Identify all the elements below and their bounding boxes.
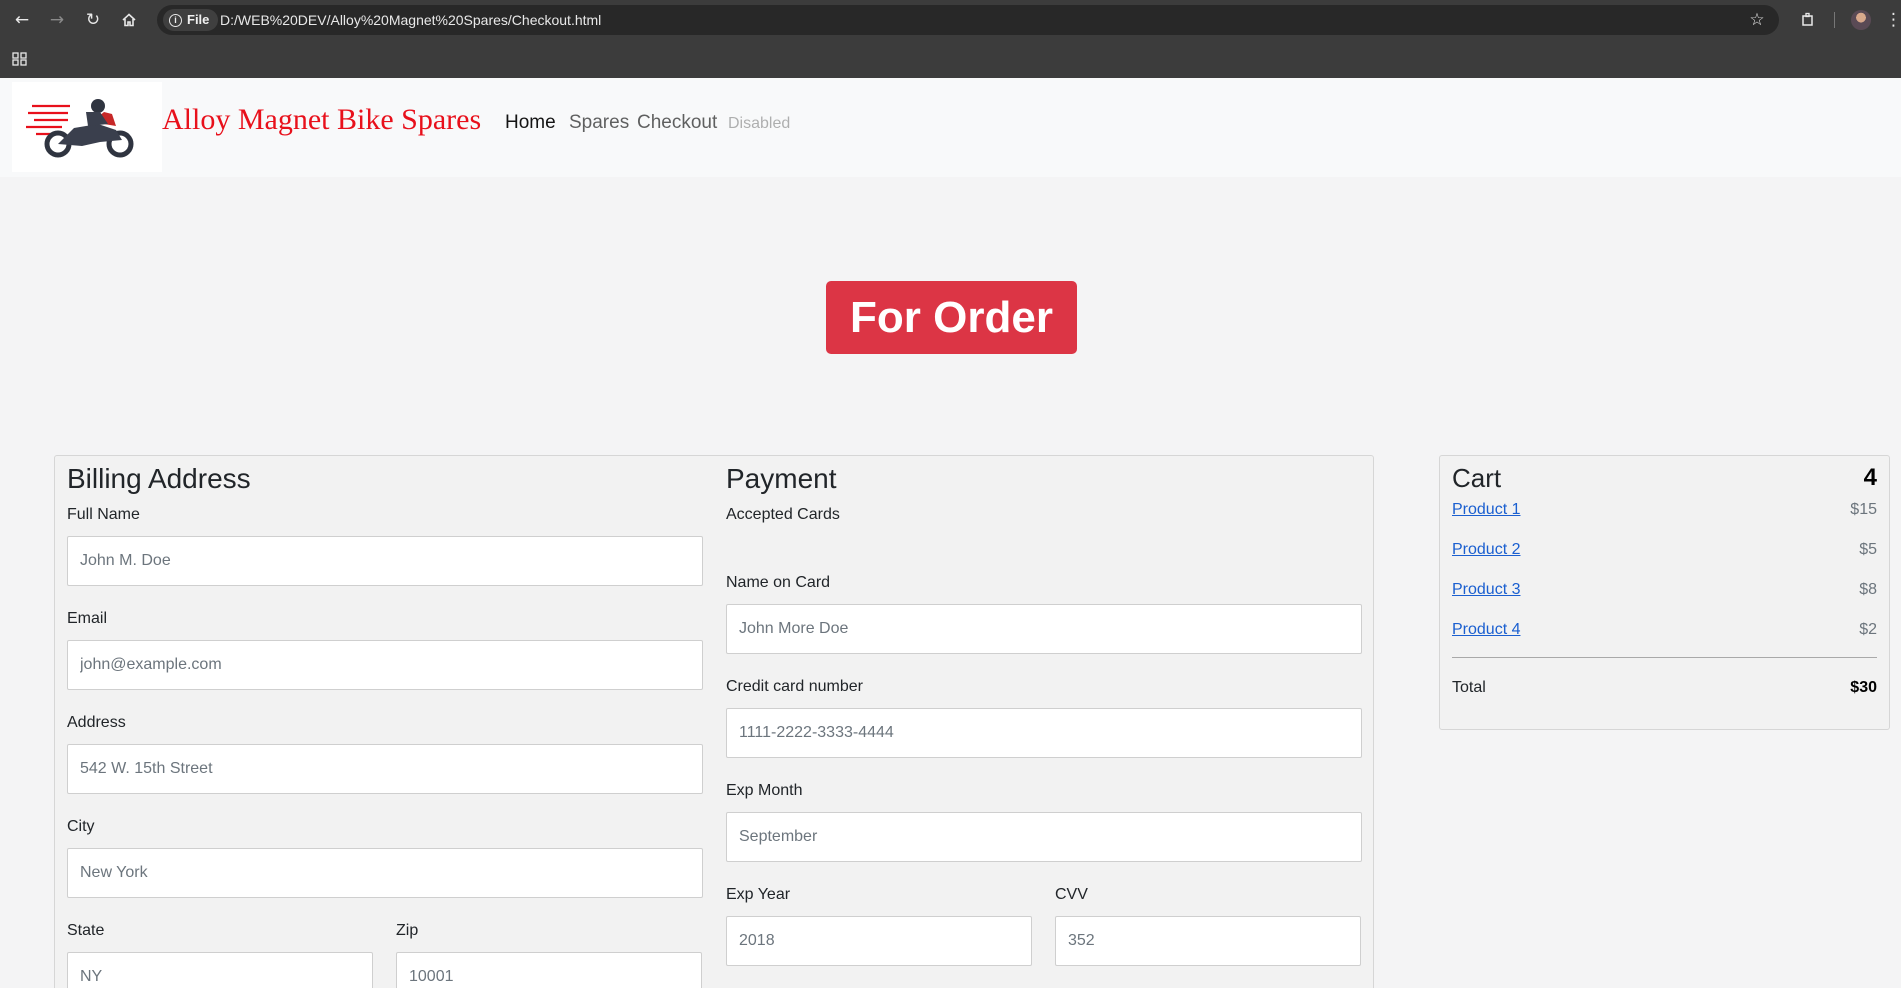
nav-link-disabled: Disabled: [728, 115, 791, 132]
cart-item-link[interactable]: Product 3: [1452, 579, 1520, 601]
cvv-input[interactable]: [1055, 916, 1361, 966]
home-icon[interactable]: [118, 9, 140, 31]
address-label: Address: [67, 714, 126, 731]
name-on-card-label: Name on Card: [726, 574, 831, 591]
state-input[interactable]: [67, 952, 373, 988]
card-number-input[interactable]: [726, 708, 1362, 758]
zip-input[interactable]: [396, 952, 702, 988]
accepted-cards-label: Accepted Cards: [726, 506, 840, 523]
info-icon: i: [169, 13, 182, 27]
cart-item-link[interactable]: Product 4: [1452, 619, 1520, 641]
payment-title: Payment: [726, 463, 837, 494]
nav-link-checkout[interactable]: Checkout: [637, 111, 717, 135]
site-info-chip[interactable]: i File: [163, 9, 219, 31]
nav-link-spares[interactable]: Spares: [569, 111, 629, 135]
browser-toolbar: ← → ↻ i File D:/WEB%20DEV/Alloy%20Magnet…: [0, 0, 1901, 40]
cart-item: Product 4 $2: [1452, 619, 1877, 641]
city-label: City: [67, 818, 95, 835]
cart-total-label: Total: [1452, 679, 1486, 696]
extensions-icon[interactable]: [1797, 9, 1819, 31]
cart-item: Product 2 $5: [1452, 539, 1877, 561]
cart-panel: Cart 4 Product 1 $15 Product 2 $5 Produc…: [1439, 455, 1890, 730]
file-chip-label: File: [187, 12, 210, 27]
for-order-button[interactable]: For Order: [826, 281, 1077, 354]
exp-month-label: Exp Month: [726, 782, 803, 799]
motorcycle-logo: [26, 99, 134, 158]
cart-total-value: $30: [1850, 679, 1877, 696]
forward-arrow-icon[interactable]: →: [46, 9, 68, 31]
profile-avatar[interactable]: [1851, 10, 1871, 30]
cart-title: Cart: [1452, 463, 1502, 493]
cart-count-badge: 4: [1863, 464, 1877, 491]
site-navbar: Alloy Magnet Bike Spares Home Spares Che…: [0, 78, 1901, 177]
state-label: State: [67, 922, 105, 939]
site-logo[interactable]: [12, 82, 162, 172]
cart-item: Product 3 $8: [1452, 579, 1877, 601]
star-icon[interactable]: ☆: [1746, 9, 1768, 31]
exp-year-label: Exp Year: [726, 886, 791, 903]
email-label: Email: [67, 610, 108, 627]
site-brand[interactable]: Alloy Magnet Bike Spares: [162, 100, 481, 140]
cvv-label: CVV: [1055, 886, 1088, 903]
toolbar-divider: [1834, 12, 1835, 28]
card-number-label: Credit card number: [726, 678, 863, 695]
url-text[interactable]: D:/WEB%20DEV/Alloy%20Magnet%20Spares/Che…: [220, 5, 601, 35]
reload-icon[interactable]: ↻: [82, 9, 104, 31]
cart-item-link[interactable]: Product 1: [1452, 499, 1520, 521]
cart-item-price: $5: [1859, 541, 1877, 558]
exp-year-input[interactable]: [726, 916, 1032, 966]
cart-item-link[interactable]: Product 2: [1452, 539, 1520, 561]
cart-item-price: $2: [1859, 621, 1877, 638]
email-input[interactable]: [67, 640, 703, 690]
full-name-label: Full Name: [67, 506, 140, 523]
checkout-form: Billing Address Full Name Email Address …: [54, 455, 1374, 988]
nav-link-home[interactable]: Home: [505, 111, 556, 135]
apps-grid-icon[interactable]: [12, 52, 27, 71]
menu-dots-icon[interactable]: ⋮: [1885, 9, 1901, 31]
zip-label: Zip: [396, 922, 419, 939]
cart-item-price: $15: [1850, 501, 1877, 518]
cart-item-price: $8: [1859, 581, 1877, 598]
name-on-card-input[interactable]: [726, 604, 1362, 654]
cart-item: Product 1 $15: [1452, 499, 1877, 521]
back-arrow-icon[interactable]: ←: [11, 9, 33, 31]
exp-month-input[interactable]: [726, 812, 1362, 862]
billing-title: Billing Address: [67, 463, 251, 494]
bookmarks-bar: [0, 40, 1901, 78]
city-input[interactable]: [67, 848, 703, 898]
cart-divider: [1452, 657, 1877, 658]
address-bar[interactable]: i File D:/WEB%20DEV/Alloy%20Magnet%20Spa…: [157, 5, 1779, 35]
full-name-input[interactable]: [67, 536, 703, 586]
address-input[interactable]: [67, 744, 703, 794]
